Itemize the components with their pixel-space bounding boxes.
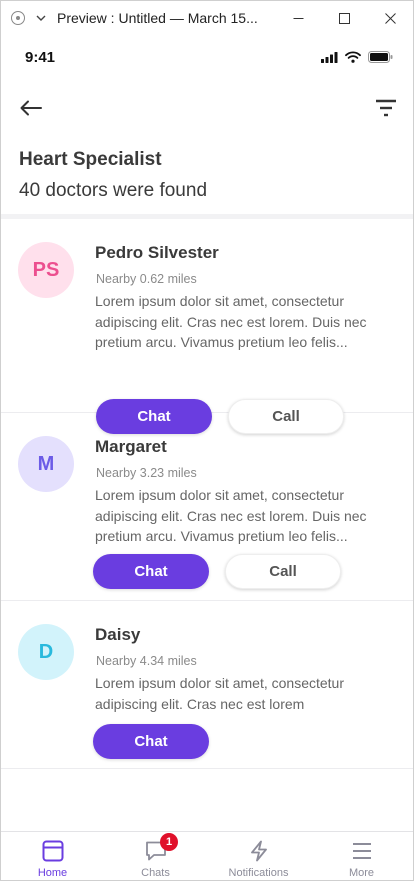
avatar: M: [18, 436, 74, 492]
results-count: 40 doctors were found: [19, 180, 208, 201]
doctor-list: PS Pedro Silvester Nearby 0.62 miles Lor…: [1, 219, 413, 769]
status-icons: [321, 50, 393, 68]
avatar: PS: [18, 242, 74, 298]
call-button[interactable]: Call: [225, 554, 341, 589]
bottom-tab-bar: Home 1 Chats Notifications More: [1, 831, 413, 880]
doctor-description: Lorem ipsum dolor sit amet, consectetur …: [95, 675, 344, 712]
page-title: Heart Specialist: [19, 149, 162, 170]
wifi-icon: [345, 50, 361, 68]
doctor-name: Pedro Silvester: [95, 243, 219, 262]
tab-chats[interactable]: 1 Chats: [104, 832, 207, 880]
unread-badge: 1: [160, 833, 178, 851]
tab-notifications[interactable]: Notifications: [207, 832, 310, 880]
doctor-card[interactable]: PS Pedro Silvester Nearby 0.62 miles Lor…: [1, 219, 413, 434]
doctor-description: Lorem ipsum dolor sit amet, consectetur …: [95, 487, 367, 544]
chevron-down-icon[interactable]: [35, 12, 47, 24]
doctor-description: Lorem ipsum dolor sit amet, consectetur …: [95, 293, 367, 350]
signal-icon: [321, 50, 338, 68]
menu-icon: [349, 839, 375, 863]
doctor-distance: Nearby 4.34 miles: [96, 654, 197, 668]
lightning-icon: [246, 839, 272, 863]
tab-label: More: [348, 867, 375, 879]
battery-icon: [368, 50, 393, 68]
close-icon[interactable]: [367, 1, 413, 35]
window-title: Preview : Untitled — March 15...: [57, 9, 258, 26]
avatar: D: [18, 624, 74, 680]
doctor-distance: Nearby 0.62 miles: [96, 272, 197, 286]
status-bar: 9:41: [1, 34, 413, 80]
app-icon: [11, 10, 25, 25]
tab-label: Home: [37, 867, 68, 879]
chat-button[interactable]: Chat: [93, 554, 209, 589]
doctor-name: Margaret: [95, 437, 167, 456]
minimize-icon[interactable]: [275, 1, 321, 35]
app-screen: 9:41 Heart Specialist 40 doctors were fo…: [0, 34, 414, 881]
filter-icon[interactable]: [373, 95, 399, 121]
window-controls: [275, 1, 413, 35]
home-icon: [40, 839, 66, 863]
nav-row: [1, 94, 413, 122]
tab-home[interactable]: Home: [1, 832, 104, 880]
doctor-card[interactable]: M Margaret Nearby 3.23 miles Lorem ipsum…: [1, 413, 413, 601]
tab-label: Chats: [141, 867, 170, 879]
maximize-icon[interactable]: [321, 1, 367, 35]
doctor-card[interactable]: D Daisy Nearby 4.34 miles Lorem ipsum do…: [1, 601, 413, 769]
back-arrow-icon[interactable]: [18, 95, 44, 121]
tab-label: Notifications: [228, 867, 289, 879]
doctor-name: Daisy: [95, 625, 141, 644]
tab-more[interactable]: More: [310, 832, 413, 880]
chat-button[interactable]: Chat: [93, 724, 209, 759]
doctor-distance: Nearby 3.23 miles: [96, 466, 197, 480]
window-titlebar: Preview : Untitled — March 15...: [0, 0, 414, 34]
status-time: 9:41: [25, 49, 56, 66]
